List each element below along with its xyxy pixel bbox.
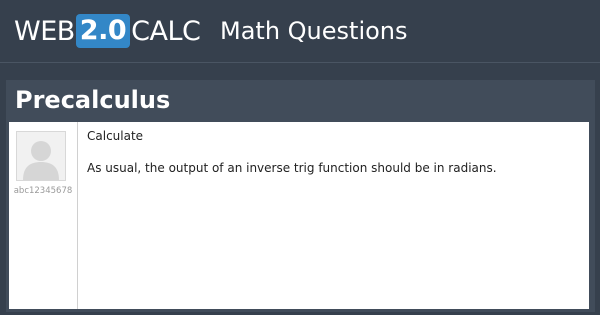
site-logo[interactable]: WEB 2.0 CALC [14, 14, 201, 48]
site-header: WEB 2.0 CALC Math Questions [0, 0, 600, 63]
default-avatar-icon [17, 132, 65, 180]
question-panel: Precalculus abc12345678 Calculate As usu… [6, 80, 595, 312]
page-title: Precalculus [15, 86, 171, 114]
avatar[interactable] [16, 131, 66, 181]
site-title[interactable]: Math Questions [220, 16, 408, 46]
question-line: As usual, the output of an inverse trig … [87, 161, 497, 175]
logo-badge: 2.0 [75, 14, 131, 48]
logo-prefix: WEB [14, 15, 75, 47]
user-column: abc12345678 [9, 122, 78, 309]
question-line: Calculate [87, 129, 144, 143]
username[interactable]: abc12345678 [9, 186, 77, 196]
logo-suffix: CALC [131, 15, 201, 47]
panel-title-bar: Precalculus [6, 80, 595, 122]
question-card: abc12345678 Calculate As usual, the outp… [9, 122, 589, 309]
question-body: Calculate As usual, the output of an inv… [87, 128, 582, 192]
